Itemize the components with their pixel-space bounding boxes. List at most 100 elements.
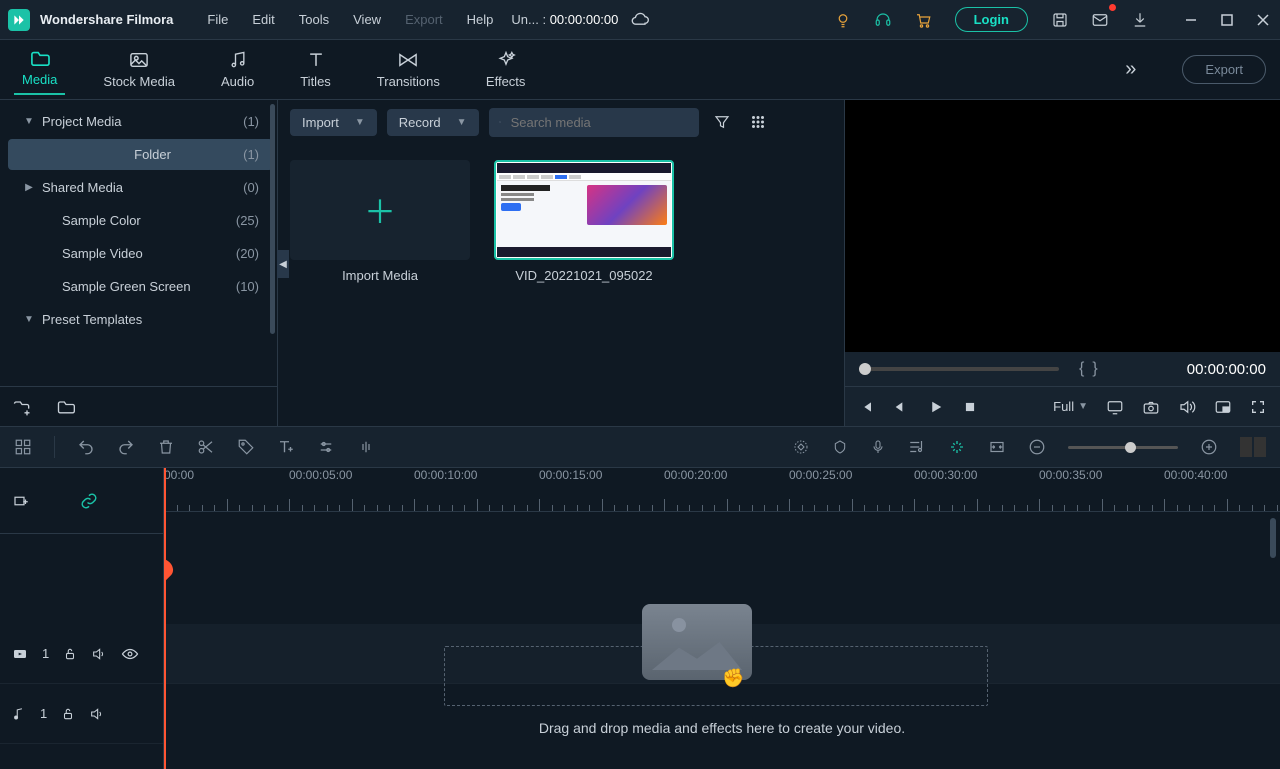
folder-icon — [29, 48, 51, 68]
ruler-label: 00:00:30:00 — [914, 468, 977, 482]
timeline-ruler[interactable]: 00:0000:00:05:0000:00:10:0000:00:15:0000… — [164, 468, 1280, 512]
zoom-out-icon[interactable] — [1028, 438, 1046, 456]
new-folder-plus-icon[interactable] — [12, 398, 32, 416]
mark-out-icon[interactable]: } — [1092, 360, 1097, 378]
volume-icon[interactable] — [1178, 398, 1196, 416]
tag-icon[interactable] — [237, 438, 255, 456]
folder-outline-icon[interactable] — [56, 398, 76, 416]
lock-icon[interactable] — [61, 706, 75, 722]
ruler-label: 00:00:25:00 — [789, 468, 852, 482]
window-close[interactable] — [1254, 11, 1272, 29]
mute-icon[interactable] — [91, 646, 107, 662]
auto-reframe-icon[interactable] — [948, 438, 966, 456]
zoom-slider[interactable] — [1068, 446, 1178, 449]
more-tabs-icon[interactable]: » — [1125, 58, 1136, 81]
sidebar-item[interactable]: ▶Shared Media(0) — [8, 172, 273, 203]
message-icon[interactable] — [1086, 6, 1114, 34]
filter-icon[interactable] — [709, 109, 735, 135]
mute-icon[interactable] — [89, 706, 105, 722]
video-track-row[interactable]: ✊ Drag and drop media and effects here t… — [164, 624, 1280, 684]
collapse-sidebar-icon[interactable]: ◀ — [277, 250, 289, 278]
tab-transitions[interactable]: Transitions — [369, 46, 448, 93]
tab-titles[interactable]: Titles — [292, 46, 339, 93]
display-icon[interactable] — [1106, 399, 1124, 415]
tab-effects[interactable]: Effects — [478, 46, 534, 93]
record-dropdown[interactable]: Record▼ — [387, 109, 479, 136]
grid-view-icon[interactable] — [745, 109, 771, 135]
mark-in-icon[interactable]: { — [1079, 360, 1084, 378]
snapshot-icon[interactable] — [1142, 399, 1160, 415]
step-back-icon[interactable] — [893, 399, 909, 415]
audio-track-row[interactable] — [164, 744, 1280, 769]
menu-export[interactable]: Export — [395, 8, 453, 31]
window-minimize[interactable] — [1182, 11, 1200, 29]
preview-viewport[interactable] — [845, 100, 1280, 352]
target-icon[interactable] — [792, 438, 810, 456]
video-track-icon — [12, 647, 28, 661]
adjust-icon[interactable] — [317, 438, 335, 456]
ruler-label: 00:00:20:00 — [664, 468, 727, 482]
music-adjust-icon[interactable] — [908, 438, 926, 456]
plus-icon: ＋ — [364, 187, 396, 233]
download-icon[interactable] — [1126, 6, 1154, 34]
fullscreen-icon[interactable] — [1250, 399, 1266, 415]
add-track-icon[interactable] — [12, 492, 30, 510]
sidebar-item[interactable]: ▼Project Media(1) — [8, 106, 273, 137]
zoom-in-icon[interactable] — [1200, 438, 1218, 456]
window-maximize[interactable] — [1218, 11, 1236, 29]
audio-wave-icon[interactable] — [357, 438, 375, 456]
quality-dropdown[interactable]: Full▼ — [1053, 399, 1088, 414]
sidebar-item[interactable]: Sample Color(25) — [8, 205, 273, 236]
link-icon[interactable] — [80, 492, 98, 510]
sidebar-item[interactable]: ▼Preset Templates — [8, 304, 273, 335]
timeline-area[interactable]: 00:0000:00:05:0000:00:10:0000:00:15:0000… — [164, 468, 1280, 769]
lock-icon[interactable] — [63, 646, 77, 662]
stop-icon[interactable] — [963, 400, 977, 414]
menu-edit[interactable]: Edit — [242, 8, 284, 31]
menu-tools[interactable]: Tools — [289, 8, 339, 31]
layout-icon[interactable] — [14, 438, 32, 456]
preview-scrubber[interactable] — [859, 367, 1059, 371]
tab-stock-media[interactable]: Stock Media — [95, 46, 183, 93]
play-icon[interactable] — [927, 398, 945, 416]
track-headers: 1 1 — [0, 468, 164, 769]
save-icon[interactable] — [1046, 6, 1074, 34]
sidebar-item[interactable]: Sample Video(20) — [8, 238, 273, 269]
eye-icon[interactable] — [121, 647, 139, 661]
tab-media[interactable]: Media — [14, 44, 65, 95]
delete-icon[interactable] — [157, 438, 175, 456]
audio-track-header[interactable]: 1 — [0, 684, 163, 744]
sidebar-item[interactable]: Sample Green Screen(10) — [8, 271, 273, 302]
tab-audio[interactable]: Audio — [213, 46, 262, 93]
cloud-icon[interactable] — [626, 6, 654, 34]
split-icon[interactable] — [197, 438, 215, 456]
pip-icon[interactable] — [1214, 399, 1232, 415]
undo-icon[interactable] — [77, 438, 95, 456]
sidebar-item[interactable]: Folder(1) — [8, 139, 273, 170]
prev-frame-icon[interactable] — [859, 399, 875, 415]
search-input[interactable] — [509, 114, 689, 131]
audio-track-number: 1 — [40, 706, 47, 721]
fit-icon[interactable] — [988, 439, 1006, 455]
search-media[interactable] — [489, 108, 699, 137]
sidebar-scrollbar[interactable] — [270, 104, 275, 334]
login-button[interactable]: Login — [955, 7, 1028, 32]
media-clip-card[interactable]: VID_20221021_095022 — [494, 160, 674, 283]
playhead[interactable] — [164, 468, 166, 769]
import-media-card[interactable]: ＋ Import Media — [290, 160, 470, 283]
menu-view[interactable]: View — [343, 8, 391, 31]
mic-icon[interactable] — [870, 438, 886, 456]
import-dropdown[interactable]: Import▼ — [290, 109, 377, 136]
menu-help[interactable]: Help — [457, 8, 504, 31]
export-button[interactable]: Export — [1182, 55, 1266, 84]
video-track-header[interactable]: 1 — [0, 624, 163, 684]
redo-icon[interactable] — [117, 438, 135, 456]
menu-file[interactable]: File — [197, 8, 238, 31]
support-icon[interactable] — [869, 6, 897, 34]
aspect-toggle[interactable] — [1240, 437, 1266, 457]
cart-icon[interactable] — [909, 6, 937, 34]
add-text-icon[interactable] — [277, 438, 295, 456]
idea-icon[interactable] — [829, 6, 857, 34]
app-logo — [8, 9, 30, 31]
marker-icon[interactable] — [832, 438, 848, 456]
